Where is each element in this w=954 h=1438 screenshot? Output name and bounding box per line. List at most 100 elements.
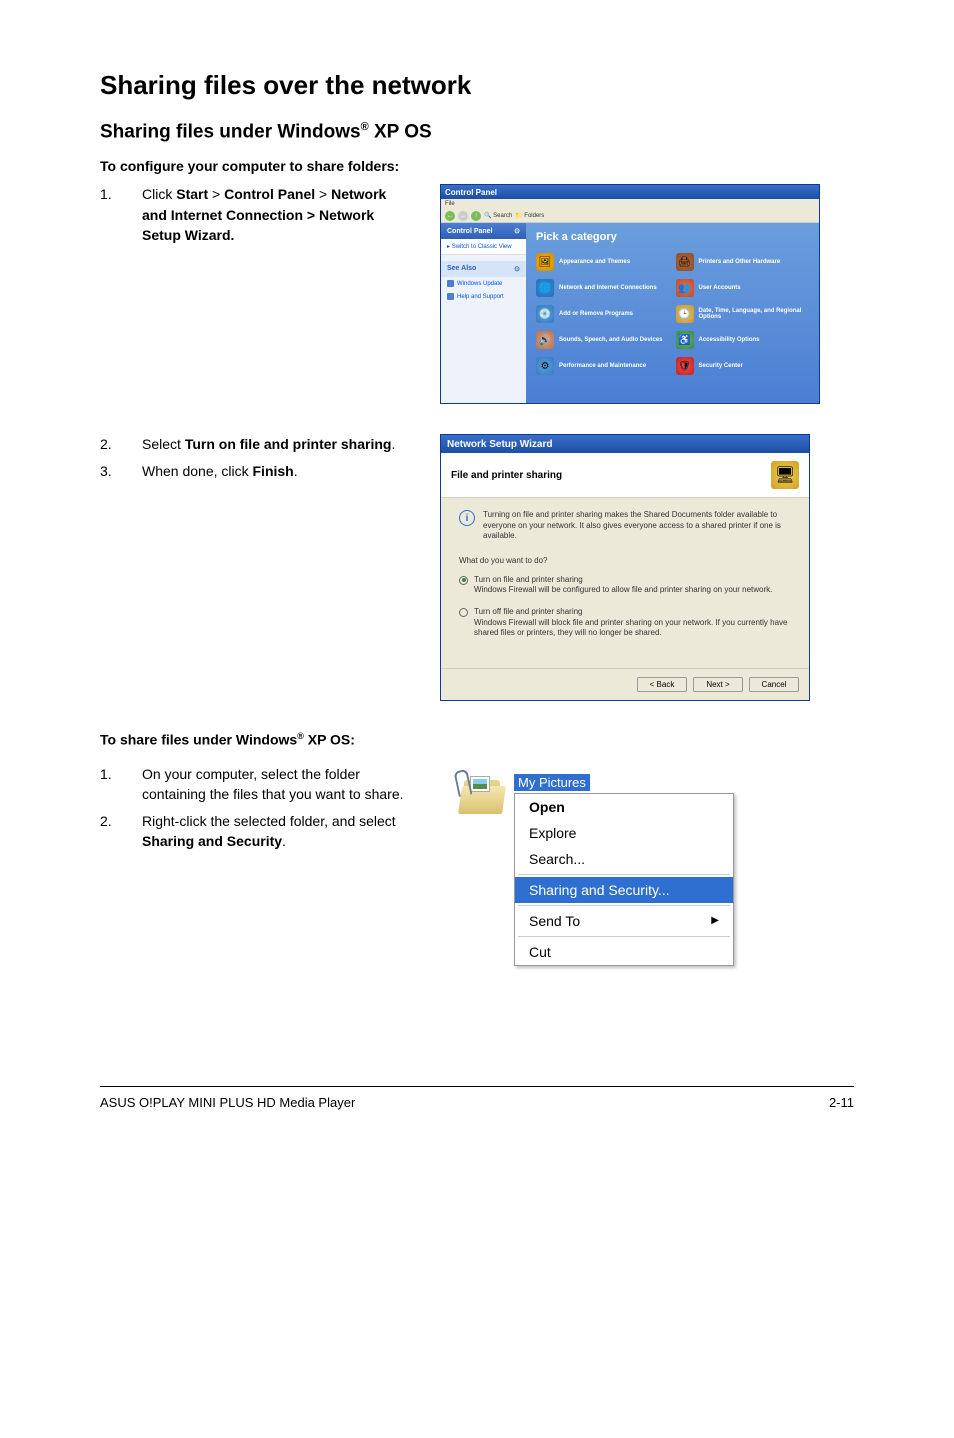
menu-file[interactable]: File	[445, 201, 455, 207]
share-heading-text: To share files under Windows	[100, 732, 297, 748]
back-button[interactable]: ←	[445, 211, 455, 221]
cp-switch-view[interactable]: ▸ Switch to Classic View	[441, 239, 526, 255]
footer-product: ASUS O!PLAY MINI PLUS HD Media Player	[100, 1095, 355, 1110]
cp-body: Control Panel⊙ ▸ Switch to Classic View …	[441, 223, 819, 403]
step-number: 2.	[100, 434, 120, 454]
registered-mark: ®	[297, 731, 304, 741]
cat-appearance[interactable]: 🖼Appearance and Themes	[536, 253, 670, 271]
screenshot-wizard: Network Setup Wizard File and printer sh…	[440, 434, 854, 701]
bold: Sharing and Security	[142, 833, 282, 849]
update-icon	[447, 280, 454, 287]
photo-thumb-icon	[470, 776, 490, 792]
cp-help-support[interactable]: Help and Support	[441, 290, 526, 303]
cp-windows-update[interactable]: Windows Update	[441, 277, 526, 290]
ctx-open[interactable]: Open	[515, 794, 733, 820]
folder-icon[interactable]	[460, 774, 508, 816]
ctx-cut[interactable]: Cut	[515, 939, 733, 965]
radio-off[interactable]	[459, 608, 468, 617]
ctx-send-to[interactable]: Send To▶	[515, 908, 733, 934]
txt: >	[315, 186, 331, 202]
forward-button[interactable]: →	[458, 211, 468, 221]
collapse-icon[interactable]: ⊙	[514, 227, 520, 235]
sub-heading-suffix: XP OS	[369, 121, 432, 142]
document-page: Sharing files over the network Sharing f…	[0, 0, 954, 1140]
cp-toolbar: ← → ↑ 🔍 Search 📁 Folders	[441, 209, 819, 223]
step-number: 1.	[100, 184, 120, 245]
step-list-1: 1. Click Start > Control Panel > Network…	[100, 184, 410, 245]
control-panel-window: Control Panel File ← → ↑ 🔍 Search 📁 Fold…	[440, 184, 820, 404]
printers-icon: 🖨	[676, 253, 694, 271]
step-text: Select Turn on file and printer sharing.	[142, 434, 410, 454]
ctx-explore[interactable]: Explore	[515, 820, 733, 846]
cp-main: Pick a category 🖼Appearance and Themes 🖨…	[526, 223, 819, 403]
paperclip-icon	[453, 769, 472, 797]
users-icon: 👥	[676, 279, 694, 297]
wiz-titlebar: Network Setup Wizard	[441, 435, 809, 453]
security-icon: 🛡	[676, 357, 694, 375]
registered-mark: ®	[361, 121, 369, 133]
search-button[interactable]: 🔍 Search	[484, 212, 512, 219]
sounds-icon: 🔊	[536, 331, 554, 349]
cat-accessibility[interactable]: ♿Accessibility Options	[676, 331, 810, 349]
info-icon: i	[459, 510, 475, 526]
cp-titlebar: Control Panel	[441, 185, 819, 199]
bold: Turn on file and printer sharing	[185, 436, 392, 452]
next-button[interactable]: Next >	[693, 677, 743, 692]
step-text: On your computer, select the folder cont…	[142, 764, 410, 805]
ctx-sharing-security[interactable]: Sharing and Security...	[515, 877, 733, 903]
wiz-option-on[interactable]: Turn on file and printer sharingWindows …	[459, 575, 791, 596]
sub-heading-text: Sharing files under Windows	[100, 121, 361, 142]
cat-datetime[interactable]: 🕒Date, Time, Language, and Regional Opti…	[676, 305, 810, 323]
txt: .	[282, 833, 286, 849]
appearance-icon: 🖼	[536, 253, 554, 271]
up-button[interactable]: ↑	[471, 211, 481, 221]
sub-heading: Sharing files under Windows® XP OS	[100, 121, 854, 143]
ctx-search[interactable]: Search...	[515, 846, 733, 872]
steps-col-3: 1. On your computer, select the folder c…	[100, 764, 410, 966]
opt-text: Turn off file and printer sharingWindows…	[474, 607, 791, 638]
cat-performance[interactable]: ⚙Performance and Maintenance	[536, 357, 670, 375]
collapse-icon[interactable]: ⊙	[514, 265, 520, 273]
cancel-button[interactable]: Cancel	[749, 677, 799, 692]
back-button[interactable]: < Back	[637, 677, 687, 692]
txt: Select	[142, 436, 185, 452]
step-s2: 2. Right-click the selected folder, and …	[100, 811, 410, 852]
folder-row: My Pictures Open Explore Search... Shari…	[460, 774, 780, 966]
cat-add-remove[interactable]: 💿Add or Remove Programs	[536, 305, 670, 323]
share-heading: To share files under Windows® XP OS:	[100, 731, 854, 748]
access-icon: ♿	[676, 331, 694, 349]
context-menu-column: My Pictures Open Explore Search... Shari…	[514, 774, 780, 966]
txt: Click	[142, 186, 176, 202]
configure-heading: To configure your computer to share fold…	[100, 158, 854, 174]
cat-security[interactable]: 🛡Security Center	[676, 357, 810, 375]
context-menu-wrap: My Pictures Open Explore Search... Shari…	[440, 764, 780, 966]
step-text: When done, click Finish.	[142, 461, 410, 481]
folder-label: My Pictures	[514, 774, 590, 791]
wiz-content: i Turning on file and printer sharing ma…	[441, 498, 809, 668]
step-3: 3. When done, click Finish.	[100, 461, 410, 481]
cp-title: Control Panel	[445, 188, 497, 197]
addremove-icon: 💿	[536, 305, 554, 323]
step-s1: 1. On your computer, select the folder c…	[100, 764, 410, 805]
wiz-title: Network Setup Wizard	[447, 439, 552, 450]
screenshot-control-panel: Control Panel File ← → ↑ 🔍 Search 📁 Fold…	[440, 184, 854, 404]
cat-users[interactable]: 👥User Accounts	[676, 279, 810, 297]
cat-network[interactable]: 🌐Network and Internet Connections	[536, 279, 670, 297]
cat-sounds[interactable]: 🔊Sounds, Speech, and Audio Devices	[536, 331, 670, 349]
step-list-2: 2. Select Turn on file and printer shari…	[100, 434, 410, 481]
folders-button[interactable]: 📁 Folders	[515, 212, 544, 219]
section-3: 1. On your computer, select the folder c…	[100, 764, 854, 966]
step-list-3: 1. On your computer, select the folder c…	[100, 764, 410, 851]
radio-on[interactable]	[459, 576, 468, 585]
txt: >	[208, 186, 224, 202]
wiz-option-off[interactable]: Turn off file and printer sharingWindows…	[459, 607, 791, 638]
separator	[518, 874, 730, 875]
cp-see-also-header: See Also⊙	[441, 261, 526, 277]
cp-category-grid: 🖼Appearance and Themes 🖨Printers and Oth…	[536, 253, 809, 375]
screenshot-context-menu: My Pictures Open Explore Search... Shari…	[440, 764, 854, 966]
separator	[518, 905, 730, 906]
cat-printers[interactable]: 🖨Printers and Other Hardware	[676, 253, 810, 271]
txt: Right-click the selected folder, and sel…	[142, 813, 396, 829]
page-footer: ASUS O!PLAY MINI PLUS HD Media Player 2-…	[100, 1086, 854, 1110]
opt-text: Turn on file and printer sharingWindows …	[474, 575, 772, 596]
